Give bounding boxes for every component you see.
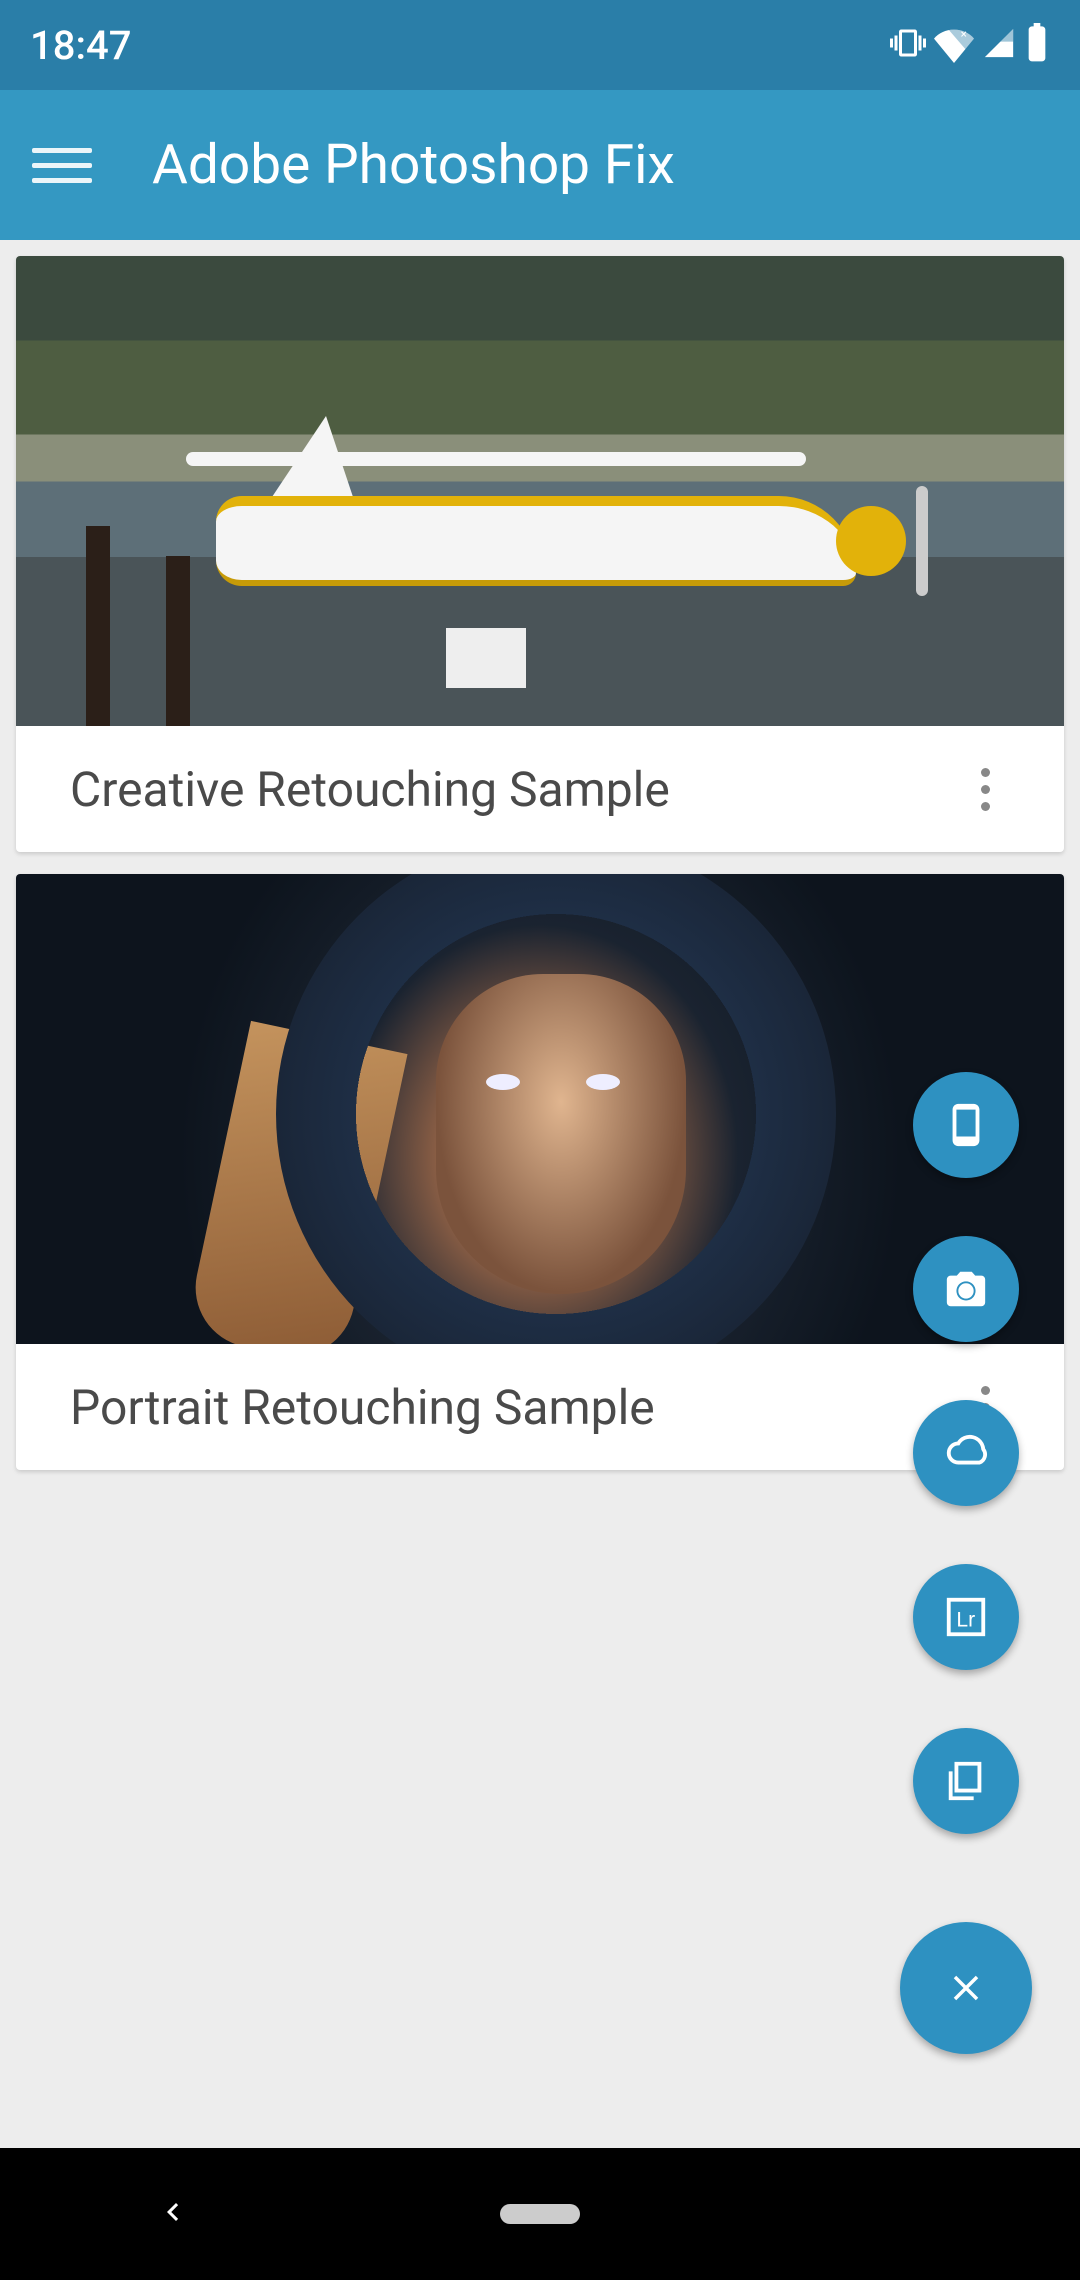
app-bar: Adobe Photoshop Fix [0, 90, 1080, 240]
wifi-icon: × [934, 23, 974, 67]
project-card-footer: Creative Retouching Sample [16, 726, 1064, 852]
nav-home-pill[interactable] [500, 2204, 580, 2224]
system-nav-bar [0, 2148, 1080, 2280]
fab-camera[interactable] [913, 1236, 1019, 1342]
fab-lightroom[interactable]: Lr [913, 1564, 1019, 1670]
camera-icon [943, 1266, 989, 1312]
vibrate-icon [890, 25, 926, 65]
status-bar: 18:47 × [0, 0, 1080, 90]
signal-icon [982, 26, 1016, 64]
battery-icon [1024, 23, 1050, 67]
status-time: 18:47 [30, 22, 131, 69]
project-title: Creative Retouching Sample [70, 761, 670, 818]
close-icon [945, 1967, 987, 2009]
nav-back-button[interactable] [155, 2194, 191, 2234]
project-thumbnail[interactable] [16, 256, 1064, 726]
phone-icon [943, 1102, 989, 1148]
files-icon [943, 1758, 989, 1804]
chevron-left-icon [155, 2194, 191, 2230]
project-card[interactable]: Creative Retouching Sample [16, 256, 1064, 852]
app-title: Adobe Photoshop Fix [152, 133, 675, 197]
fab-phone[interactable] [913, 1072, 1019, 1178]
status-icons: × [890, 23, 1050, 67]
menu-icon[interactable] [32, 135, 92, 195]
fab-files[interactable] [913, 1728, 1019, 1834]
creative-cloud-icon [943, 1430, 989, 1476]
more-options-icon[interactable] [961, 748, 1010, 831]
svg-text:×: × [961, 27, 967, 41]
fab-menu: Lr [900, 1072, 1032, 2054]
fab-creative-cloud[interactable] [913, 1400, 1019, 1506]
project-title: Portrait Retouching Sample [70, 1379, 655, 1436]
fab-close[interactable] [900, 1922, 1032, 2054]
svg-text:Lr: Lr [956, 1609, 975, 1632]
lightroom-icon: Lr [943, 1594, 989, 1640]
